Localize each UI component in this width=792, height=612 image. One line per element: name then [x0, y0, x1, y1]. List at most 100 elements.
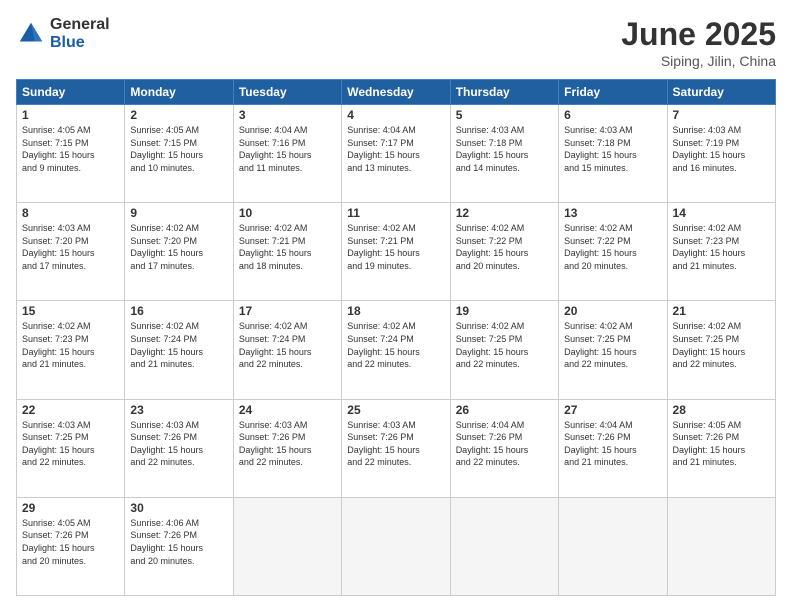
week-row-5: 29 Sunrise: 4:05 AM Sunset: 7:26 PM Dayli…: [17, 497, 776, 595]
day-number: 20: [564, 304, 661, 318]
day-info: Sunrise: 4:03 AM Sunset: 7:18 PM Dayligh…: [456, 124, 553, 174]
day-info: Sunrise: 4:03 AM Sunset: 7:18 PM Dayligh…: [564, 124, 661, 174]
day-cell: 9 Sunrise: 4:02 AM Sunset: 7:20 PM Daylig…: [125, 203, 233, 301]
day-info: Sunrise: 4:02 AM Sunset: 7:23 PM Dayligh…: [22, 320, 119, 370]
day-number: 23: [130, 403, 227, 417]
day-info: Sunrise: 4:02 AM Sunset: 7:22 PM Dayligh…: [456, 222, 553, 272]
weekday-header-wednesday: Wednesday: [342, 80, 450, 105]
day-number: 26: [456, 403, 553, 417]
week-row-3: 15 Sunrise: 4:02 AM Sunset: 7:23 PM Dayli…: [17, 301, 776, 399]
day-info: Sunrise: 4:02 AM Sunset: 7:21 PM Dayligh…: [347, 222, 444, 272]
day-info: Sunrise: 4:06 AM Sunset: 7:26 PM Dayligh…: [130, 517, 227, 567]
day-number: 9: [130, 206, 227, 220]
weekday-header-row: SundayMondayTuesdayWednesdayThursdayFrid…: [17, 80, 776, 105]
day-cell: [559, 497, 667, 595]
day-number: 16: [130, 304, 227, 318]
day-info: Sunrise: 4:04 AM Sunset: 7:17 PM Dayligh…: [347, 124, 444, 174]
day-cell: 16 Sunrise: 4:02 AM Sunset: 7:24 PM Dayli…: [125, 301, 233, 399]
day-cell: 22Sunrise: 4:03 AM Sunset: 7:25 PM Dayli…: [17, 399, 125, 497]
day-info: Sunrise: 4:03 AM Sunset: 7:19 PM Dayligh…: [673, 124, 770, 174]
weekday-header-sunday: Sunday: [17, 80, 125, 105]
day-number: 3: [239, 108, 336, 122]
day-number: 27: [564, 403, 661, 417]
day-number: 15: [22, 304, 119, 318]
day-cell: 3 Sunrise: 4:04 AM Sunset: 7:16 PM Daylig…: [233, 105, 341, 203]
day-cell: 6Sunrise: 4:03 AM Sunset: 7:18 PM Daylig…: [559, 105, 667, 203]
day-number: 4: [347, 108, 444, 122]
day-cell: 19Sunrise: 4:02 AM Sunset: 7:25 PM Dayli…: [450, 301, 558, 399]
day-cell: 25 Sunrise: 4:03 AM Sunset: 7:26 PM Dayli…: [342, 399, 450, 497]
day-cell: 1 Sunrise: 4:05 AM Sunset: 7:15 PM Daylig…: [17, 105, 125, 203]
day-number: 17: [239, 304, 336, 318]
day-cell: 12 Sunrise: 4:02 AM Sunset: 7:22 PM Dayli…: [450, 203, 558, 301]
weekday-header-thursday: Thursday: [450, 80, 558, 105]
day-info: Sunrise: 4:03 AM Sunset: 7:25 PM Dayligh…: [22, 419, 119, 469]
logo: General Blue: [16, 16, 110, 51]
week-row-2: 8 Sunrise: 4:03 AM Sunset: 7:20 PM Daylig…: [17, 203, 776, 301]
day-cell: 28 Sunrise: 4:05 AM Sunset: 7:26 PM Dayli…: [667, 399, 775, 497]
weekday-header-saturday: Saturday: [667, 80, 775, 105]
day-info: Sunrise: 4:04 AM Sunset: 7:26 PM Dayligh…: [564, 419, 661, 469]
day-info: Sunrise: 4:02 AM Sunset: 7:25 PM Dayligh…: [673, 320, 770, 370]
weekday-header-tuesday: Tuesday: [233, 80, 341, 105]
day-cell: 7 Sunrise: 4:03 AM Sunset: 7:19 PM Daylig…: [667, 105, 775, 203]
header: General Blue June 2025 Siping, Jilin, Ch…: [16, 16, 776, 69]
day-info: Sunrise: 4:02 AM Sunset: 7:21 PM Dayligh…: [239, 222, 336, 272]
day-number: 7: [673, 108, 770, 122]
day-cell: [450, 497, 558, 595]
day-cell: 4 Sunrise: 4:04 AM Sunset: 7:17 PM Daylig…: [342, 105, 450, 203]
logo-general: General: [50, 16, 110, 34]
day-info: Sunrise: 4:03 AM Sunset: 7:26 PM Dayligh…: [130, 419, 227, 469]
day-cell: 21Sunrise: 4:02 AM Sunset: 7:25 PM Dayli…: [667, 301, 775, 399]
day-number: 11: [347, 206, 444, 220]
day-cell: [342, 497, 450, 595]
day-info: Sunrise: 4:04 AM Sunset: 7:16 PM Dayligh…: [239, 124, 336, 174]
day-cell: 23 Sunrise: 4:03 AM Sunset: 7:26 PM Dayli…: [125, 399, 233, 497]
day-number: 25: [347, 403, 444, 417]
day-cell: 24 Sunrise: 4:03 AM Sunset: 7:26 PM Dayli…: [233, 399, 341, 497]
day-number: 2: [130, 108, 227, 122]
day-cell: 15 Sunrise: 4:02 AM Sunset: 7:23 PM Dayli…: [17, 301, 125, 399]
day-number: 28: [673, 403, 770, 417]
day-number: 5: [456, 108, 553, 122]
day-info: Sunrise: 4:02 AM Sunset: 7:23 PM Dayligh…: [673, 222, 770, 272]
day-number: 24: [239, 403, 336, 417]
logo-text: General Blue: [50, 16, 110, 51]
logo-icon: [16, 19, 46, 49]
day-number: 13: [564, 206, 661, 220]
month-title: June 2025: [621, 16, 776, 53]
day-number: 12: [456, 206, 553, 220]
day-cell: 5 Sunrise: 4:03 AM Sunset: 7:18 PM Daylig…: [450, 105, 558, 203]
day-number: 14: [673, 206, 770, 220]
day-info: Sunrise: 4:05 AM Sunset: 7:15 PM Dayligh…: [130, 124, 227, 174]
logo-blue: Blue: [50, 34, 110, 52]
day-cell: 10 Sunrise: 4:02 AM Sunset: 7:21 PM Dayli…: [233, 203, 341, 301]
weekday-header-monday: Monday: [125, 80, 233, 105]
day-info: Sunrise: 4:05 AM Sunset: 7:15 PM Dayligh…: [22, 124, 119, 174]
day-cell: 14 Sunrise: 4:02 AM Sunset: 7:23 PM Dayli…: [667, 203, 775, 301]
day-number: 10: [239, 206, 336, 220]
week-row-4: 22Sunrise: 4:03 AM Sunset: 7:25 PM Dayli…: [17, 399, 776, 497]
title-block: June 2025 Siping, Jilin, China: [621, 16, 776, 69]
day-info: Sunrise: 4:02 AM Sunset: 7:24 PM Dayligh…: [130, 320, 227, 370]
day-info: Sunrise: 4:03 AM Sunset: 7:26 PM Dayligh…: [347, 419, 444, 469]
day-cell: 11 Sunrise: 4:02 AM Sunset: 7:21 PM Dayli…: [342, 203, 450, 301]
day-info: Sunrise: 4:02 AM Sunset: 7:20 PM Dayligh…: [130, 222, 227, 272]
calendar-table: SundayMondayTuesdayWednesdayThursdayFrid…: [16, 79, 776, 596]
day-info: Sunrise: 4:05 AM Sunset: 7:26 PM Dayligh…: [22, 517, 119, 567]
day-cell: 29 Sunrise: 4:05 AM Sunset: 7:26 PM Dayli…: [17, 497, 125, 595]
day-number: 8: [22, 206, 119, 220]
day-cell: 13Sunrise: 4:02 AM Sunset: 7:22 PM Dayli…: [559, 203, 667, 301]
day-info: Sunrise: 4:03 AM Sunset: 7:26 PM Dayligh…: [239, 419, 336, 469]
day-info: Sunrise: 4:04 AM Sunset: 7:26 PM Dayligh…: [456, 419, 553, 469]
week-row-1: 1 Sunrise: 4:05 AM Sunset: 7:15 PM Daylig…: [17, 105, 776, 203]
day-info: Sunrise: 4:05 AM Sunset: 7:26 PM Dayligh…: [673, 419, 770, 469]
day-number: 1: [22, 108, 119, 122]
day-cell: 17 Sunrise: 4:02 AM Sunset: 7:24 PM Dayli…: [233, 301, 341, 399]
day-number: 29: [22, 501, 119, 515]
day-info: Sunrise: 4:02 AM Sunset: 7:24 PM Dayligh…: [347, 320, 444, 370]
day-info: Sunrise: 4:02 AM Sunset: 7:24 PM Dayligh…: [239, 320, 336, 370]
location: Siping, Jilin, China: [621, 53, 776, 69]
day-info: Sunrise: 4:03 AM Sunset: 7:20 PM Dayligh…: [22, 222, 119, 272]
day-cell: 8 Sunrise: 4:03 AM Sunset: 7:20 PM Daylig…: [17, 203, 125, 301]
